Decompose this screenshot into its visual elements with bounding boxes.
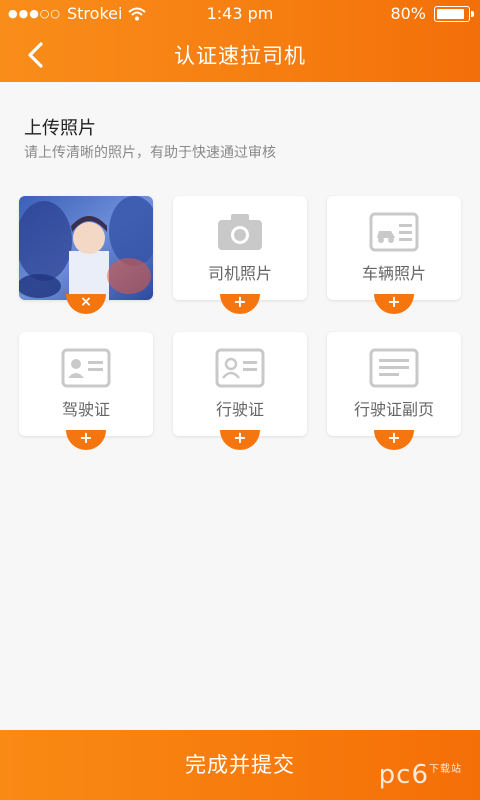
add-vehicle-photo-button[interactable]: +: [374, 294, 414, 314]
uploaded-photo-thumbnail: [19, 196, 153, 300]
page-title: 认证速拉司机: [174, 44, 306, 68]
tile-label: 行驶证: [215, 400, 264, 419]
upload-section-title: 上传照片: [24, 118, 96, 139]
nav-bar: 认证速拉司机: [0, 28, 480, 82]
app-header: ●●●○○ Strokei 1:43 pm 80% 认证速拉司机: [0, 0, 480, 82]
tile-vehicle-license[interactable]: 行驶证 +: [173, 332, 307, 450]
upload-section-subtitle: 请上传清晰的照片，有助于快速通过审核: [24, 145, 276, 161]
remove-photo-button[interactable]: ×: [66, 294, 106, 314]
submit-label: 完成并提交: [185, 753, 295, 777]
tile-label: 驾驶证: [61, 400, 110, 419]
add-vehicle-license-button[interactable]: +: [220, 430, 260, 450]
tile-vehicle-photo[interactable]: 车辆照片 +: [327, 196, 461, 314]
id-card-icon: [61, 348, 111, 388]
tile-label: 行驶证副页: [353, 400, 434, 419]
tile-label: 车辆照片: [361, 264, 426, 283]
tile-driver-photo[interactable]: 司机照片 +: [173, 196, 307, 314]
vehicle-card-icon: [369, 212, 419, 252]
battery-percent: 80%: [390, 4, 426, 23]
watermark-logo: pc6下载站: [378, 760, 462, 790]
camera-icon: [218, 214, 262, 250]
add-driver-photo-button[interactable]: +: [220, 294, 260, 314]
document-card-icon: [369, 348, 419, 388]
submit-button[interactable]: 完成并提交 pc6下载站: [0, 730, 480, 800]
add-vehicle-license-copy-button[interactable]: +: [374, 430, 414, 450]
tile-label: 司机照片: [207, 264, 272, 283]
add-driver-license-button[interactable]: +: [66, 430, 106, 450]
status-bar: ●●●○○ Strokei 1:43 pm 80%: [0, 0, 480, 28]
license-card-icon: [215, 348, 265, 388]
tile-vehicle-license-copy[interactable]: 行驶证副页 +: [327, 332, 461, 450]
uploaded-photo-tile[interactable]: ×: [19, 196, 153, 314]
battery-icon: [434, 5, 474, 22]
tile-driver-license[interactable]: 驾驶证 +: [19, 332, 153, 450]
